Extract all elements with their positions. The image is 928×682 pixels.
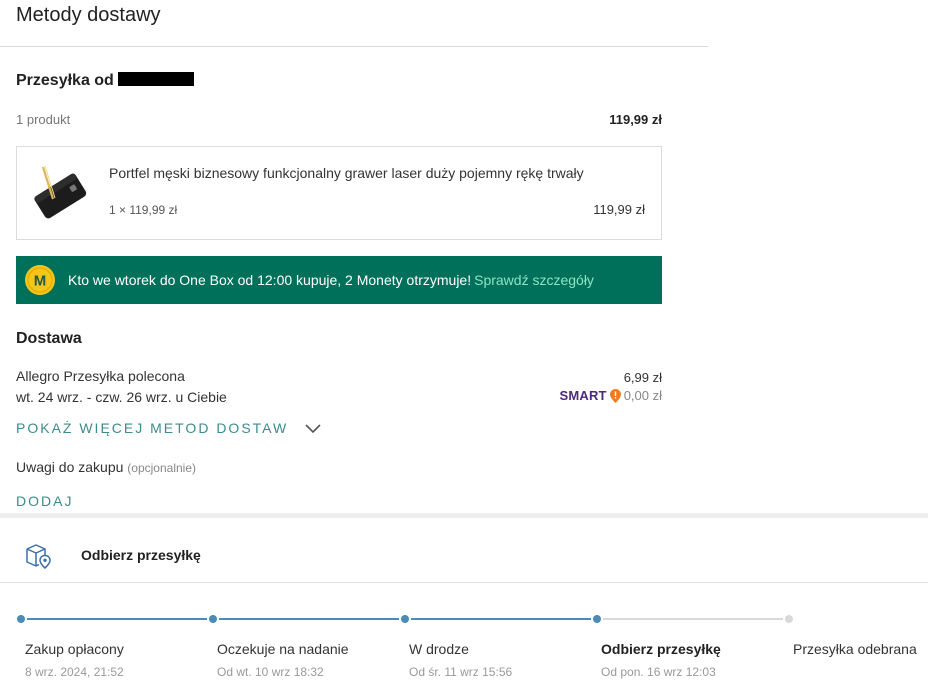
title-divider xyxy=(0,46,708,47)
tracking-step-date: Od pon. 16 wrz 12:03 xyxy=(601,665,716,679)
page-title: Metody dostawy xyxy=(16,4,161,26)
notes-label: Uwagi do zakupu (opcjonalnie) xyxy=(16,459,196,475)
seller-heading-label: Przesyłka od xyxy=(16,72,114,89)
notes-optional-text: (opcjonalnie) xyxy=(127,461,197,475)
show-more-label: POKAŻ WIĘCEJ METOD DOSTAW xyxy=(16,420,289,436)
tracking-step-connector xyxy=(219,618,399,620)
tracking-step-label: Oczekuje na nadanie xyxy=(217,641,349,657)
promo-text: Kto we wtorek do One Box od 12:00 kupuje… xyxy=(68,272,594,288)
smart-price-row: SMART 0,00 zł xyxy=(559,388,662,403)
smart-pin-icon xyxy=(609,388,621,403)
tracking-card: Odbierz przesyłkę Zakup opłacony 8 wrz. 2… xyxy=(0,518,928,682)
delivery-dates: wt. 24 wrz. - czw. 26 wrz. u Ciebie xyxy=(16,389,227,405)
product-count: 1 produkt xyxy=(16,112,71,127)
product-card[interactable]: Portfel męski biznesowy funkcjonalny gra… xyxy=(16,146,662,240)
show-more-delivery-methods-button[interactable]: POKAŻ WIĘCEJ METOD DOSTAW xyxy=(16,420,322,436)
product-quantity: 1 × 119,99 zł xyxy=(109,203,178,217)
delivery-price: 6,99 zł xyxy=(623,370,662,385)
tracking-step-date: Od wt. 10 wrz 18:32 xyxy=(217,665,324,679)
delivery-heading: Dostawa xyxy=(16,330,82,347)
tracking-step-connector xyxy=(603,618,783,620)
product-price: 119,99 zł xyxy=(593,202,645,217)
product-total: 119,99 zł xyxy=(609,112,662,127)
tracking-step-label: W drodze xyxy=(409,641,469,657)
delivery-method-name[interactable]: Allegro Przesyłka polecona xyxy=(16,368,185,384)
promo-message: Kto we wtorek do One Box od 12:00 kupuje… xyxy=(68,272,472,288)
tracking-step-dot xyxy=(785,615,793,623)
tracking-step-dot xyxy=(401,615,409,623)
smart-logo: SMART xyxy=(559,388,607,403)
smart-price: 0,00 zł xyxy=(623,388,662,403)
notes-label-text: Uwagi do zakupu xyxy=(16,459,124,475)
promo-details-link[interactable]: Sprawdź szczegóły xyxy=(474,272,594,288)
wallet-product-image[interactable] xyxy=(29,161,93,225)
tracking-step-label: Odbierz przesyłkę xyxy=(601,641,721,657)
tracking-step-connector xyxy=(27,618,207,620)
tracking-step-label: Przesyłka odebrana xyxy=(793,641,917,657)
tracking-step-label: Zakup opłacony xyxy=(25,641,124,657)
tracking-step-dot xyxy=(17,615,25,623)
seller-heading: Przesyłka od xyxy=(16,72,194,90)
tracking-step-dot xyxy=(209,615,217,623)
product-name[interactable]: Portfel męski biznesowy funkcjonalny gra… xyxy=(109,165,584,181)
package-location-icon xyxy=(26,544,51,569)
tracking-step-date: 8 wrz. 2024, 21:52 xyxy=(25,665,124,679)
tracking-step-connector xyxy=(411,618,591,620)
coin-letter: M xyxy=(34,273,47,290)
promo-banner: M Kto we wtorek do One Box od 12:00 kupu… xyxy=(16,256,662,304)
coin-icon: M xyxy=(25,265,55,295)
tracking-step-dot xyxy=(593,615,601,623)
tracking-title: Odbierz przesyłkę xyxy=(81,547,201,563)
chevron-down-icon xyxy=(305,424,321,434)
seller-name-redacted xyxy=(117,72,194,86)
tracking-step-date: Od śr. 11 wrz 15:56 xyxy=(409,665,513,679)
add-note-button[interactable]: DODAJ xyxy=(16,493,73,509)
tracking-divider xyxy=(0,582,928,583)
